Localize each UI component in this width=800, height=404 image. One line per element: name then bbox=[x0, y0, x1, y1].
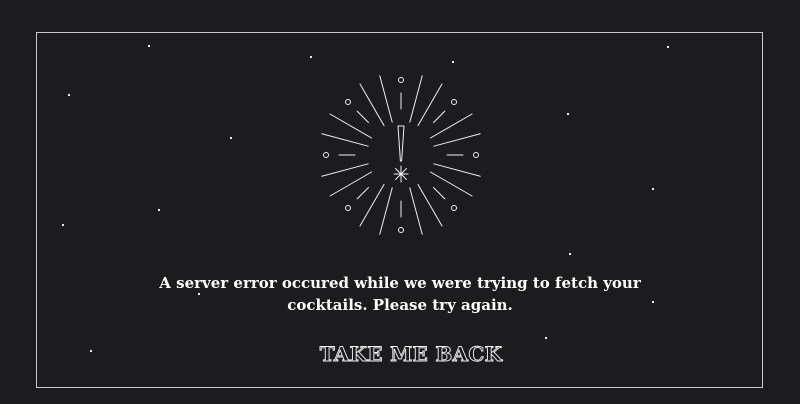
burst-dot bbox=[398, 77, 404, 83]
burst-ray bbox=[321, 163, 369, 177]
burst-ray bbox=[359, 183, 385, 227]
burst-ray bbox=[359, 83, 385, 127]
burst-ray bbox=[429, 171, 473, 197]
burst-ray bbox=[409, 75, 423, 123]
burst-dot bbox=[473, 152, 479, 158]
burst-ray bbox=[433, 187, 446, 200]
take-me-back-button[interactable]: TAKE ME BACK bbox=[300, 340, 522, 368]
burst-ray bbox=[417, 83, 443, 127]
burst-ray bbox=[433, 163, 481, 177]
burst-ray bbox=[356, 187, 369, 200]
burst-ray bbox=[429, 113, 473, 139]
exclamation-icon bbox=[397, 125, 405, 162]
burst-ray bbox=[417, 183, 443, 227]
burst-dot bbox=[451, 98, 458, 105]
burst-ray bbox=[379, 187, 393, 235]
burst-ray bbox=[321, 133, 369, 147]
burst-dot bbox=[451, 205, 458, 212]
burst-ray bbox=[329, 113, 373, 139]
burst-ray bbox=[433, 110, 446, 123]
burst-dot bbox=[398, 227, 404, 233]
burst-ray bbox=[329, 171, 373, 197]
firework-burst-icon bbox=[321, 75, 481, 235]
burst-dot bbox=[344, 98, 351, 105]
burst-ray bbox=[409, 187, 423, 235]
burst-ray bbox=[356, 110, 369, 123]
burst-ray bbox=[379, 75, 393, 123]
error-message: A server error occured while we were try… bbox=[159, 274, 641, 314]
burst-ray bbox=[433, 133, 481, 147]
burst-dot bbox=[323, 152, 329, 158]
sparkle-icon bbox=[393, 165, 409, 183]
burst-dot bbox=[344, 205, 351, 212]
